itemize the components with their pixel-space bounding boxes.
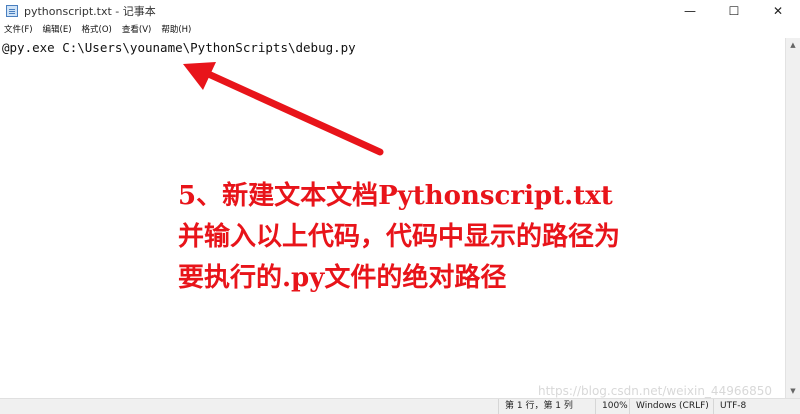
- status-line-ending: Windows (CRLF): [629, 399, 713, 414]
- status-encoding: UTF-8: [713, 399, 800, 414]
- status-cursor-position: 第 1 行，第 1 列: [498, 399, 595, 414]
- watermark: https://blog.csdn.net/weixin_44966850: [538, 384, 773, 398]
- annotation-text: 5、新建文本文档Pythonscript.txt 并输入以上代码，代码中显示的路…: [178, 176, 620, 299]
- annotation-line: 要执行的.py文件的绝对路径: [178, 263, 507, 293]
- annotation-line: 5、新建文本文档Pythonscript.txt: [178, 181, 613, 211]
- annotation-line: 并输入以上代码，代码中显示的路径为: [178, 222, 621, 252]
- status-zoom: 100%: [595, 399, 629, 414]
- status-bar: 第 1 行，第 1 列 100% Windows (CRLF) UTF-8: [0, 398, 800, 414]
